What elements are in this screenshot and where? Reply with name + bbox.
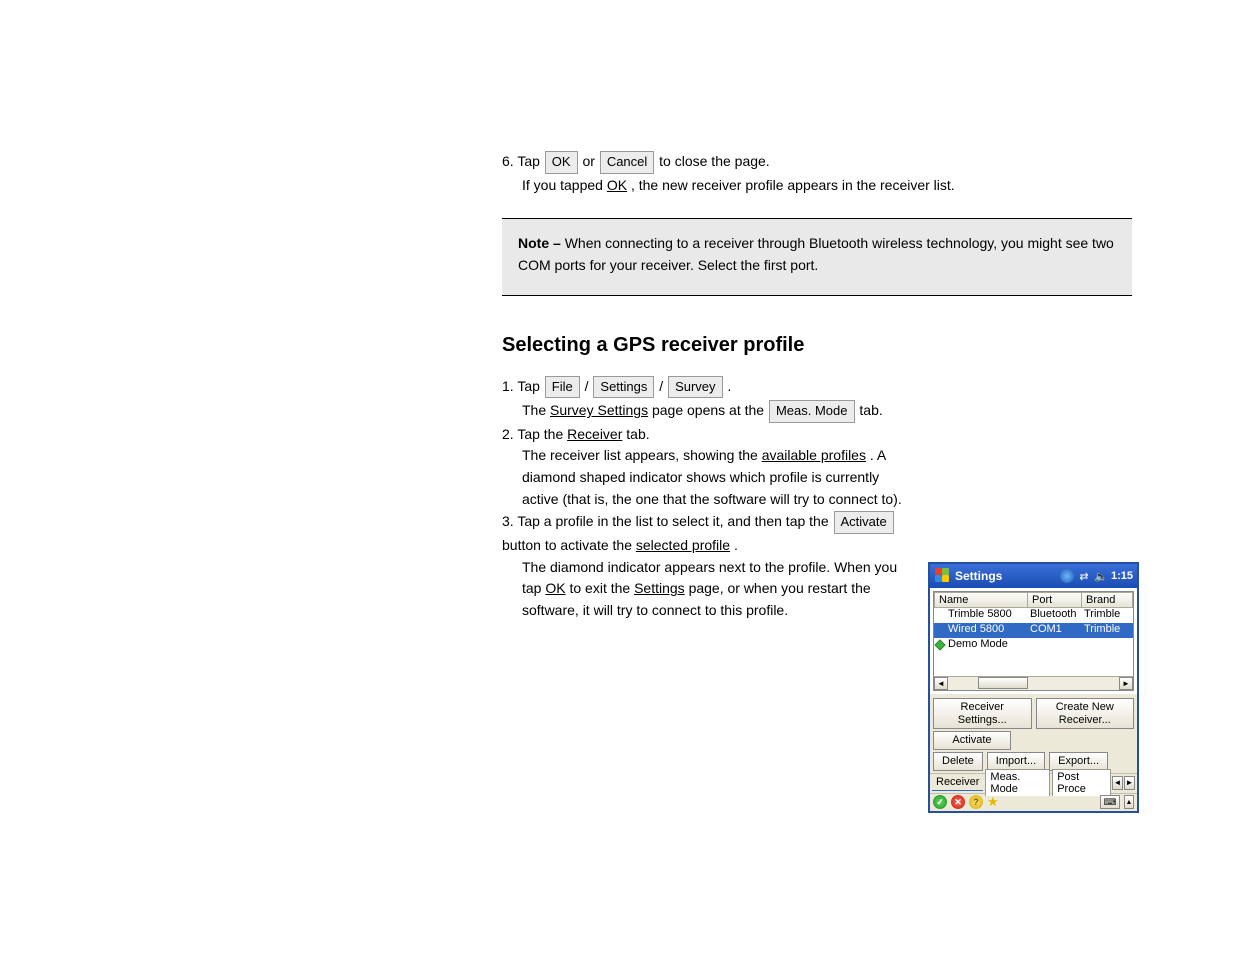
text: or bbox=[582, 153, 598, 169]
system-tray: 1:15 bbox=[1060, 569, 1133, 583]
delete-button[interactable]: Delete bbox=[933, 752, 983, 771]
list-header: Name Port Brand bbox=[934, 592, 1133, 608]
survey-settings-ref: Survey Settings bbox=[550, 402, 648, 418]
tab-meas-mode[interactable]: Meas. Mode bbox=[985, 769, 1050, 796]
keyboard-up-icon[interactable]: ▲ bbox=[1124, 795, 1134, 809]
start-icon[interactable] bbox=[934, 567, 952, 585]
favorite-icon[interactable]: ★ bbox=[987, 794, 999, 810]
text: 3. Tap a profile in the list to select i… bbox=[502, 513, 833, 529]
col-brand[interactable]: Brand bbox=[1082, 592, 1133, 608]
step-2-result: The receiver list appears, showing the a… bbox=[502, 445, 912, 510]
cancel-chip: Cancel bbox=[600, 151, 654, 174]
text: 6. Tap bbox=[502, 153, 544, 169]
step-3: 3. Tap a profile in the list to select i… bbox=[502, 510, 912, 556]
receiver-settings-button[interactable]: Receiver Settings... bbox=[933, 698, 1032, 729]
network-icon[interactable] bbox=[1077, 569, 1091, 583]
text: . bbox=[727, 378, 731, 394]
tab-scroll-right[interactable]: ► bbox=[1124, 776, 1135, 790]
scroll-left-button[interactable]: ◄ bbox=[934, 677, 948, 690]
text: tab. bbox=[626, 426, 649, 442]
step-1: 1. Tap File / Settings / Survey . bbox=[502, 375, 1132, 400]
section-heading: Selecting a GPS receiver profile bbox=[502, 330, 1132, 361]
receiver-list[interactable]: Name Port Brand Trimble 5800BluetoothTri… bbox=[933, 591, 1134, 691]
ok-ref: OK bbox=[607, 177, 627, 193]
text: tab. bbox=[859, 402, 882, 418]
text: button to activate the bbox=[502, 537, 636, 553]
col-name[interactable]: Name bbox=[934, 592, 1028, 608]
ok-ref-2: OK bbox=[545, 580, 565, 596]
import-button[interactable]: Import... bbox=[987, 752, 1045, 771]
help-icon[interactable] bbox=[969, 795, 983, 809]
window-body: Name Port Brand Trimble 5800BluetoothTri… bbox=[930, 588, 1137, 694]
activate-button[interactable]: Activate bbox=[933, 731, 1011, 750]
export-button[interactable]: Export... bbox=[1049, 752, 1108, 771]
list-rows: Trimble 5800BluetoothTrimbleWired 5800CO… bbox=[934, 608, 1133, 676]
speaker-icon[interactable] bbox=[1094, 569, 1108, 583]
bluetooth-icon[interactable] bbox=[1060, 569, 1074, 583]
note-text: When connecting to a receiver through Bl… bbox=[518, 235, 1114, 273]
file-chip: File bbox=[545, 376, 580, 399]
step-6: 6. Tap OK or Cancel to close the page. bbox=[502, 150, 1132, 175]
text: to close the page. bbox=[659, 153, 770, 169]
settings-chip: Settings bbox=[593, 376, 654, 399]
text: / bbox=[659, 378, 667, 394]
table-row[interactable]: Demo Mode bbox=[934, 638, 1133, 653]
scroll-right-button[interactable]: ► bbox=[1119, 677, 1133, 690]
text: / bbox=[585, 378, 593, 394]
document-body: 6. Tap OK or Cancel to close the page. I… bbox=[502, 150, 1132, 622]
tab-strip: Receiver Meas. Mode Post Proce ◄ ► bbox=[930, 773, 1137, 793]
available-profiles-ref: available profiles bbox=[762, 447, 866, 463]
selected-profile-ref: selected profile bbox=[636, 537, 730, 553]
clock: 1:15 bbox=[1111, 570, 1133, 582]
button-row-2: Activate bbox=[930, 731, 1137, 752]
text: 1. Tap bbox=[502, 378, 544, 394]
note-label: Note – bbox=[518, 235, 565, 251]
scroll-thumb[interactable] bbox=[978, 677, 1028, 689]
tab-scroll-left[interactable]: ◄ bbox=[1112, 776, 1123, 790]
text: to exit the bbox=[569, 580, 634, 596]
ok-icon[interactable] bbox=[933, 795, 947, 809]
settings-ref: Settings bbox=[634, 580, 685, 596]
button-row-1: Receiver Settings... Create New Receiver… bbox=[930, 694, 1137, 731]
text: If you tapped bbox=[522, 177, 607, 193]
text: The bbox=[522, 402, 550, 418]
scroll-track[interactable] bbox=[948, 677, 1119, 690]
text: , the new receiver profile appears in th… bbox=[631, 177, 955, 193]
cancel-icon[interactable] bbox=[951, 795, 965, 809]
table-row[interactable]: Wired 5800COM1Trimble bbox=[934, 623, 1133, 638]
receiver-tab-ref: Receiver bbox=[567, 426, 622, 442]
horizontal-scrollbar[interactable]: ◄ ► bbox=[934, 676, 1133, 690]
pocketpc-window: Settings 1:15 Name Port Brand Trimble 58… bbox=[928, 562, 1139, 813]
titlebar: Settings 1:15 bbox=[930, 564, 1137, 588]
col-port[interactable]: Port bbox=[1028, 592, 1082, 608]
note-block: Note – When connecting to a receiver thr… bbox=[502, 218, 1132, 295]
text: . bbox=[734, 537, 738, 553]
step-6-result: If you tapped OK , the new receiver prof… bbox=[502, 175, 1132, 197]
activate-chip: Activate bbox=[834, 511, 894, 534]
tab-receiver[interactable]: Receiver bbox=[932, 774, 983, 791]
create-new-receiver-button[interactable]: Create New Receiver... bbox=[1036, 698, 1135, 729]
meas-mode-chip: Meas. Mode bbox=[769, 400, 855, 423]
window-title: Settings bbox=[955, 569, 1060, 583]
text: page opens at the bbox=[652, 402, 768, 418]
keyboard-icon[interactable]: ⌨ bbox=[1100, 795, 1120, 809]
text: 2. Tap the bbox=[502, 426, 567, 442]
tab-post-proce[interactable]: Post Proce bbox=[1052, 769, 1111, 796]
text: The receiver list appears, showing the bbox=[522, 447, 762, 463]
ok-chip: OK bbox=[545, 151, 578, 174]
survey-chip: Survey bbox=[668, 376, 722, 399]
step-2: 2. Tap the Receiver tab. bbox=[502, 424, 1132, 446]
step-3-result: The diamond indicator appears next to th… bbox=[502, 557, 902, 622]
table-row[interactable]: Trimble 5800BluetoothTrimble bbox=[934, 608, 1133, 623]
step-1-result: The Survey Settings page opens at the Me… bbox=[502, 399, 1132, 424]
